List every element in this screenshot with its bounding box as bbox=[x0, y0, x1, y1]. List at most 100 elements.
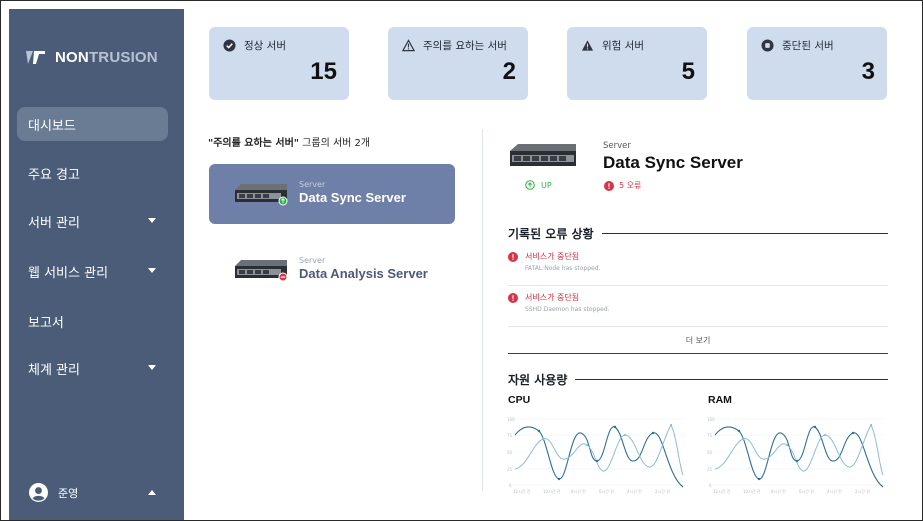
server-name: Data Analysis Server bbox=[299, 266, 428, 281]
alert-circle-icon bbox=[604, 180, 614, 191]
user-menu[interactable]: 준영 bbox=[29, 483, 168, 502]
stat-label: 정상 서버 bbox=[244, 40, 286, 52]
nav-server-management[interactable]: 서버 관리 bbox=[17, 204, 168, 238]
app-window: NONTRUSION 대시보드 주요 경고 서버 관리 웹 서비스 관리 보고서… bbox=[0, 0, 923, 521]
arrow-up-circle-icon bbox=[525, 180, 535, 190]
svg-text:75: 75 bbox=[707, 433, 713, 438]
stat-label-row: 중단된 서버 bbox=[761, 38, 834, 53]
stat-label-row: 주의를 요하는 서버 bbox=[402, 38, 507, 53]
nav-alerts[interactable]: 주요 경고 bbox=[17, 156, 168, 190]
cpu-usage-chart: 100 75 50 25 0 12시간 전 10시간 전 8시간 전 6시간 전 4시간 전 2… bbox=[507, 417, 684, 494]
svg-text:50: 50 bbox=[507, 450, 513, 455]
nav-label: 대시보드 bbox=[28, 118, 76, 134]
nav-label: 체계 관리 bbox=[28, 362, 80, 378]
error-title-row: 서비스가 중단됨 bbox=[508, 251, 888, 262]
nav-dashboard[interactable]: 대시보드 bbox=[17, 107, 168, 141]
stat-card-attention[interactable]: 주의를 요하는 서버 2 bbox=[388, 27, 528, 100]
svg-text:75: 75 bbox=[507, 433, 513, 438]
check-circle-icon bbox=[223, 39, 236, 52]
stat-value: 2 bbox=[502, 58, 516, 85]
svg-text:8시간 전: 8시간 전 bbox=[771, 488, 786, 494]
stop-circle-icon bbox=[761, 39, 774, 52]
errors-section-title: 기록된 오류 상황 bbox=[508, 225, 602, 242]
usage-section-title: 자원 사용량 bbox=[508, 371, 576, 388]
stat-card-stopped[interactable]: 중단된 서버 3 bbox=[747, 27, 887, 100]
group-name: "주의를 요하는 서버" bbox=[208, 138, 299, 149]
svg-text:4시간 전: 4시간 전 bbox=[827, 488, 842, 494]
server-rack-icon bbox=[510, 144, 576, 166]
error-message: SSHD Daemon has stopped. bbox=[525, 306, 610, 313]
stat-value: 15 bbox=[310, 58, 337, 85]
row-divider bbox=[508, 326, 888, 327]
nav-label: 웹 서비스 관리 bbox=[28, 265, 109, 281]
error-count-badge[interactable]: 5 오류 bbox=[604, 180, 641, 191]
svg-text:12시간 전: 12시간 전 bbox=[713, 488, 731, 494]
svg-text:25: 25 bbox=[507, 467, 513, 472]
alert-circle-icon bbox=[508, 251, 518, 262]
svg-text:2시간 전: 2시간 전 bbox=[855, 488, 870, 494]
group-title: "주의를 요하는 서버" 그룹의 서버 2개 bbox=[208, 134, 370, 149]
stat-label: 중단된 서버 bbox=[782, 40, 834, 52]
warning-outline-icon bbox=[402, 39, 415, 52]
show-more-button[interactable]: 더 보기 bbox=[508, 335, 888, 346]
svg-text:6시간 전: 6시간 전 bbox=[799, 488, 814, 494]
server-item-selected[interactable]: Server Data Sync Server bbox=[209, 164, 455, 224]
chevron-down-icon bbox=[148, 268, 156, 273]
detail-server-name: Data Sync Server bbox=[603, 153, 743, 172]
ram-usage-chart: 100 75 50 25 0 12시간 전 10시간 전 8시간 전 6시간 전 4시간 전 2… bbox=[707, 417, 884, 494]
svg-text:0: 0 bbox=[709, 483, 712, 488]
stat-label-row: 위험 서버 bbox=[581, 38, 644, 53]
detail-server-type: Server bbox=[603, 141, 631, 151]
stat-value: 5 bbox=[681, 58, 695, 85]
server-type: Server bbox=[299, 256, 326, 265]
nav-label: 주요 경고 bbox=[28, 167, 80, 183]
server-name: Data Sync Server bbox=[299, 190, 406, 205]
section-rule bbox=[508, 353, 888, 354]
stat-label-row: 정상 서버 bbox=[223, 38, 286, 53]
chevron-down-icon bbox=[148, 218, 156, 223]
cpu-chart-title: CPU bbox=[508, 394, 531, 406]
server-item[interactable]: Server Data Analysis Server bbox=[209, 240, 455, 300]
error-title: 서비스가 중단됨 bbox=[525, 293, 580, 302]
error-item[interactable]: 서비스가 중단됨 SSHD Daemon has stopped. bbox=[508, 292, 888, 313]
nav-label: 보고서 bbox=[28, 315, 64, 331]
ram-chart-title: RAM bbox=[708, 394, 732, 406]
svg-text:0: 0 bbox=[509, 483, 512, 488]
user-name: 준영 bbox=[58, 486, 79, 500]
svg-text:100: 100 bbox=[507, 417, 515, 422]
server-rack-icon bbox=[235, 184, 288, 206]
logo-mark-icon bbox=[26, 51, 45, 64]
chevron-down-icon bbox=[148, 365, 156, 370]
svg-text:50: 50 bbox=[707, 450, 713, 455]
nav-web-service-management[interactable]: 웹 서비스 관리 bbox=[17, 254, 168, 288]
server-type: Server bbox=[299, 180, 326, 189]
stat-value: 3 bbox=[861, 58, 875, 85]
row-divider bbox=[508, 285, 888, 286]
brand-name: NONTRUSION bbox=[55, 48, 158, 66]
warning-filled-icon bbox=[581, 40, 594, 51]
error-count-text: 5 오류 bbox=[619, 181, 642, 190]
brand-logo[interactable]: NONTRUSION bbox=[24, 48, 158, 66]
group-suffix: 그룹의 서버 2개 bbox=[298, 138, 371, 149]
panel-divider bbox=[482, 129, 483, 491]
svg-text:10시간 전: 10시간 전 bbox=[543, 488, 561, 494]
error-title: 서비스가 중단됨 bbox=[525, 252, 580, 261]
status-up-badge: UP bbox=[525, 180, 552, 190]
stat-card-normal[interactable]: 정상 서버 15 bbox=[209, 27, 349, 100]
svg-text:8시간 전: 8시간 전 bbox=[571, 488, 586, 494]
stat-label: 위험 서버 bbox=[602, 40, 644, 52]
svg-text:10시간 전: 10시간 전 bbox=[743, 488, 761, 494]
chevron-up-icon bbox=[148, 490, 156, 495]
svg-text:6시간 전: 6시간 전 bbox=[599, 488, 614, 494]
error-item[interactable]: 서비스가 중단됨 FATAL:Node has stopped. bbox=[508, 251, 888, 272]
nav-system-management[interactable]: 체계 관리 bbox=[17, 351, 168, 385]
stat-label: 주의를 요하는 서버 bbox=[423, 40, 507, 52]
nav-reports[interactable]: 보고서 bbox=[17, 304, 168, 338]
alert-circle-icon bbox=[508, 292, 518, 303]
server-rack-icon bbox=[235, 260, 288, 282]
svg-text:12시간 전: 12시간 전 bbox=[513, 488, 531, 494]
nav-label: 서버 관리 bbox=[28, 215, 80, 231]
svg-text:25: 25 bbox=[707, 467, 713, 472]
stat-card-danger[interactable]: 위험 서버 5 bbox=[567, 27, 707, 100]
error-title-row: 서비스가 중단됨 bbox=[508, 292, 888, 303]
